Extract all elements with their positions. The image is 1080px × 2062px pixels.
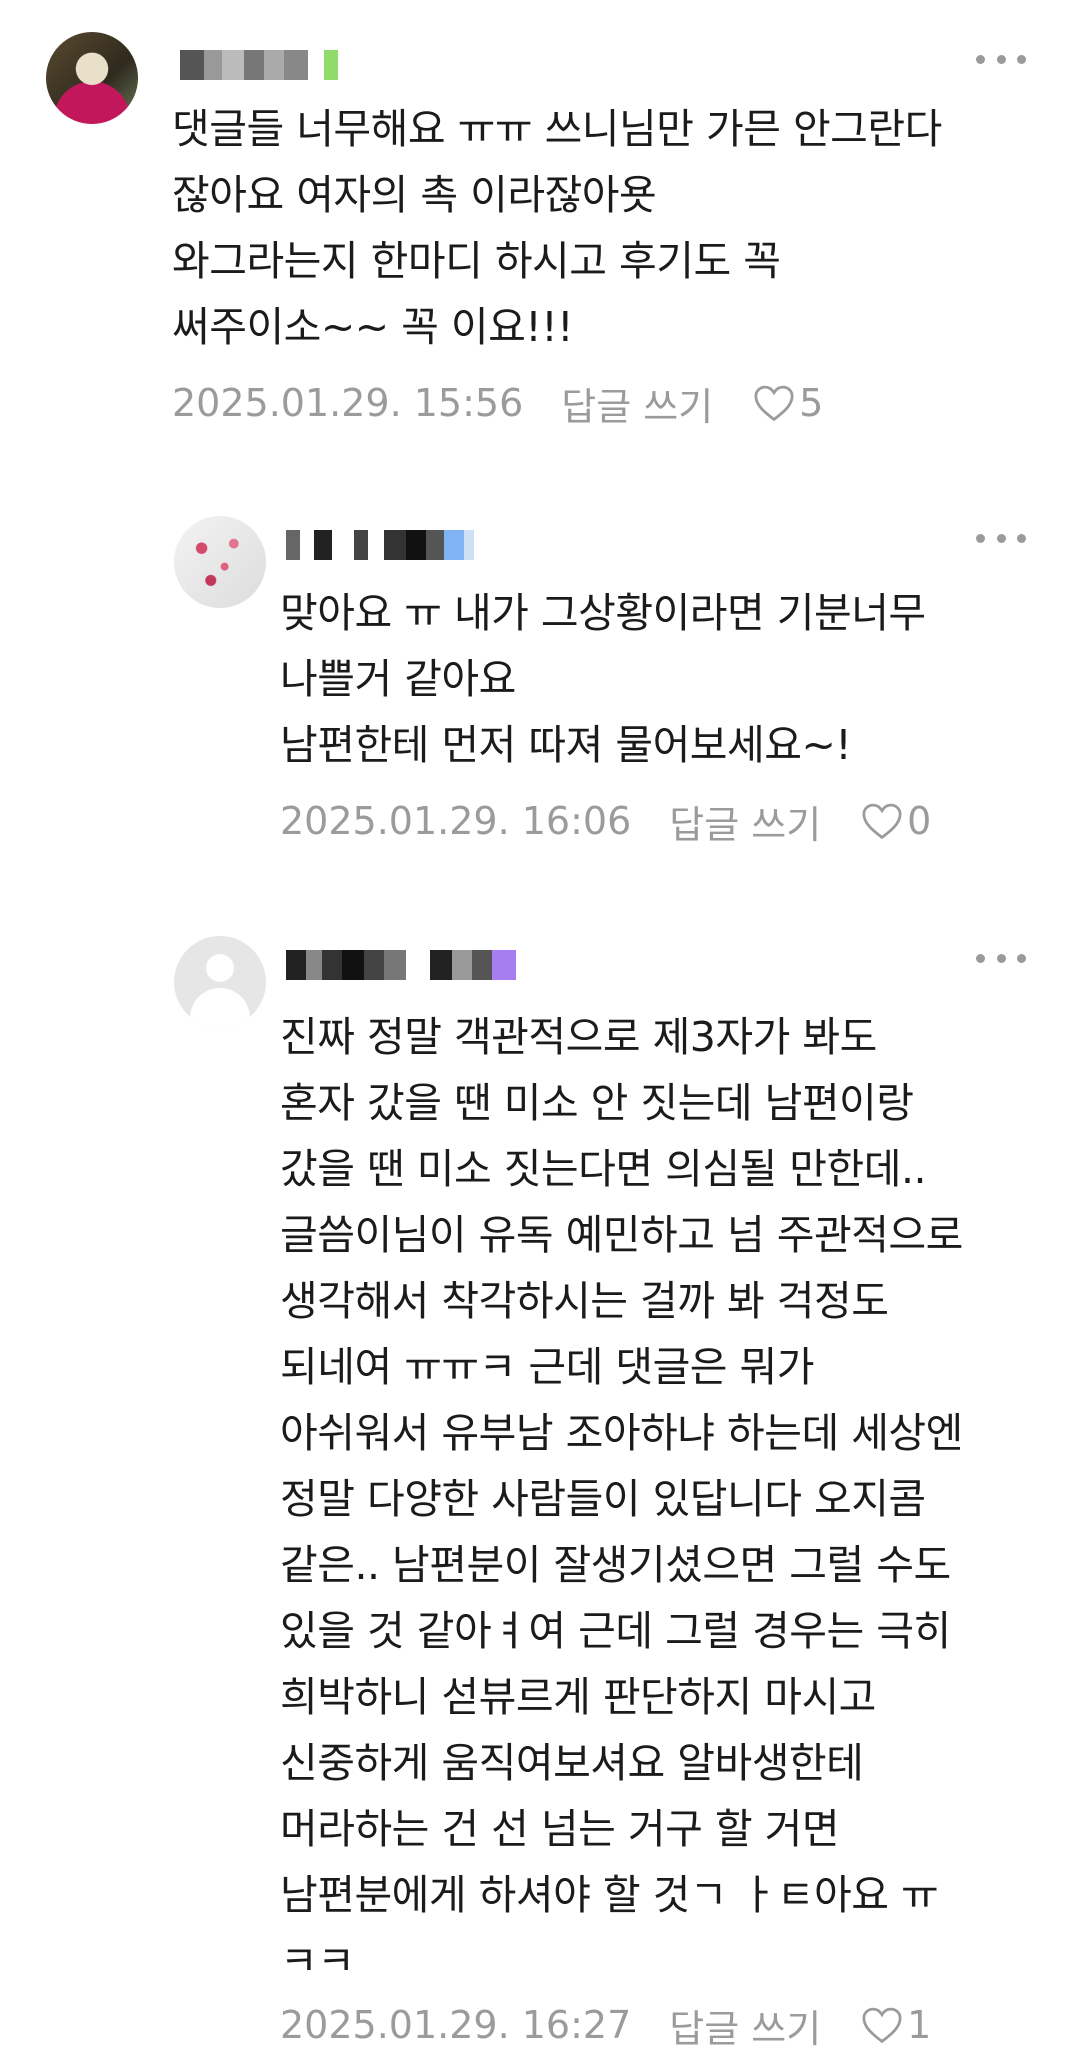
more-horizontal-icon [976,533,985,543]
like-button[interactable]: 0 [861,799,931,843]
comment-date: 2025.01.29. 16:06 [280,799,632,843]
comment-line: 갔을 땐 미소 짓는다면 의심될 만한데.. [280,1145,927,1193]
comment-line: 정말 다양한 사람들이 있답니다 오지콤 [280,1475,926,1523]
like-count: 1 [907,2003,932,2047]
comment-line: 글씀이님이 유독 예민하고 넘 주관적으로 [280,1211,963,1259]
comment-meta: 2025.01.29. 16:27 답글 쓰기 1 [280,1998,931,2053]
comment-line: 써주이소~~ 꼭 이요!!! [172,303,574,351]
heart-outline-icon [862,803,902,840]
nickname-blurred[interactable] [286,530,474,560]
nickname-blurred[interactable] [180,50,338,80]
comment-line: 혼자 갔을 땐 미소 안 짓는데 남편이랑 [280,1079,914,1127]
comment-date: 2025.01.29. 15:56 [172,381,524,425]
more-options-button[interactable] [976,44,1026,74]
comment-line: 신중하게 움직여보셔요 알바생한테 [280,1739,864,1787]
like-button[interactable]: 5 [753,381,823,425]
more-options-button[interactable] [976,523,1026,553]
nickname-blurred[interactable] [286,950,516,980]
comment-line: 생각해서 착각하시는 걸까 봐 걱정도 [280,1277,889,1325]
comment-text: 맞아요 ㅠ 내가 그상황이라면 기분너무 나쁠거 같아요 남편한테 먼저 따져 … [280,580,926,778]
comment-line: 댓글들 너무해요 ㅠㅠ 쓰니님만 가믄 안그란다 [172,105,942,153]
more-options-button[interactable] [976,943,1026,973]
like-count: 5 [799,381,824,425]
comment-line: 머라하는 건 선 넘는 거구 할 거면 [280,1805,840,1853]
comment-line: 같은.. 남편분이 잘생기셨으면 그럴 수도 [280,1541,951,1589]
avatar[interactable] [174,516,266,608]
comment-text: 진짜 정말 객관적으로 제3자가 봐도 혼자 갔을 땐 미소 안 짓는데 남편이… [280,1004,963,1994]
heart-outline-icon [862,2007,902,2044]
avatar[interactable] [46,32,138,124]
reply-button[interactable]: 답글 쓰기 [669,1998,821,2053]
reply-button[interactable]: 답글 쓰기 [669,794,821,849]
comment-text: 댓글들 너무해요 ㅠㅠ 쓰니님만 가믄 안그란다 잖아요 여자의 촉 이라잖아욧… [172,96,942,360]
comment-meta: 2025.01.29. 15:56 답글 쓰기 5 [172,376,823,431]
comment-line: 잖아요 여자의 촉 이라잖아욧 [172,171,657,219]
more-horizontal-icon [976,54,985,64]
reply-button[interactable]: 답글 쓰기 [561,376,713,431]
comment-line: ㅋㅋ [280,1937,355,1985]
comment-line: 되네여 ㅠㅠㅋ 근데 댓글은 뭐가 [280,1343,814,1391]
like-button[interactable]: 1 [861,2003,931,2047]
comment-line: 남편분에게 하셔야 할 것ㄱ ㅏㅌ아요 ㅠ [280,1871,939,1919]
like-count: 0 [907,799,932,843]
comment-line: 나쁠거 같아요 [280,655,516,703]
comment-line: 남편한테 먼저 따져 물어보세요~! [280,721,852,769]
comment-date: 2025.01.29. 16:27 [280,2003,632,2047]
comment-line: 진짜 정말 객관적으로 제3자가 봐도 [280,1013,877,1061]
comment-line: 희박하니 섣뷰르게 판단하지 마시고 [280,1673,876,1721]
comment-line: 아쉬워서 유부남 조아하냐 하는데 세상엔 [280,1409,963,1457]
heart-outline-icon [754,385,794,422]
comment-line: 있을 것 같아ㅕ여 근데 그럴 경우는 극히 [280,1607,951,1655]
avatar[interactable] [174,936,266,1028]
more-horizontal-icon [976,953,985,963]
comment-line: 와그라는지 한마디 하시고 후기도 꼭 [172,237,781,285]
comment-meta: 2025.01.29. 16:06 답글 쓰기 0 [280,794,931,849]
comment-line: 맞아요 ㅠ 내가 그상황이라면 기분너무 [280,589,926,637]
